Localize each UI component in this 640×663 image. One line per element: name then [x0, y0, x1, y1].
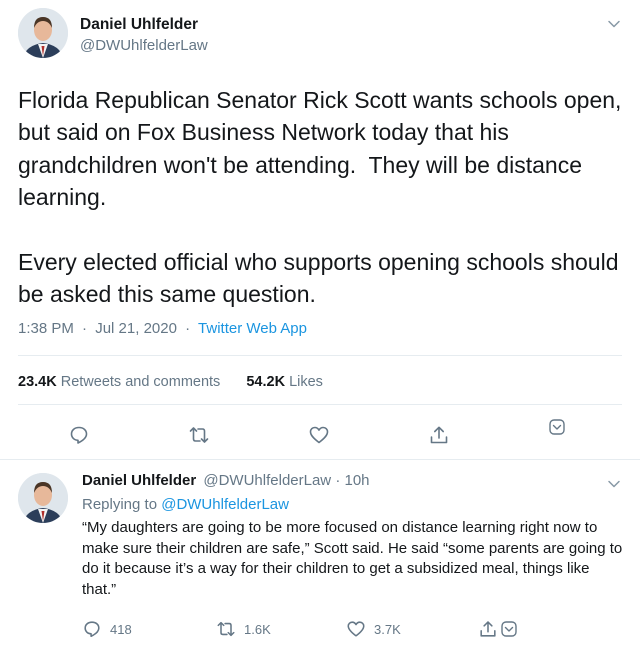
reply-time[interactable]: 10h	[344, 472, 369, 489]
tweet-stats: 23.4K Retweets and comments 54.2K Likes	[18, 374, 323, 390]
retweet-icon	[217, 621, 235, 637]
reply-button[interactable]: 418	[82, 619, 132, 639]
tweet-options-caret[interactable]	[606, 16, 622, 32]
author-name[interactable]: Daniel Uhlfelder	[82, 472, 196, 489]
retweet-button[interactable]	[188, 424, 210, 446]
heart-icon	[309, 426, 329, 444]
reply-tweet[interactable]: Daniel Uhlfelder @DWUhlfelderLaw · 10h R…	[0, 460, 640, 663]
reply-options-caret[interactable]	[606, 476, 622, 492]
likes-stat[interactable]: 54.2K Likes	[246, 374, 323, 390]
comment-icon	[70, 426, 88, 444]
retweets-count: 23.4K	[18, 374, 57, 390]
retweet-icon	[189, 427, 209, 443]
share-icon	[430, 426, 448, 444]
retweet-button[interactable]: 1.6K	[216, 619, 271, 639]
meta-separator: ·	[185, 320, 191, 337]
author-name[interactable]: Daniel Uhlfelder	[80, 16, 198, 34]
retweets-label: Retweets and comments	[60, 374, 221, 390]
reply-count: 418	[110, 621, 132, 637]
avatar-portrait	[18, 473, 68, 523]
chevron-down-icon	[608, 480, 620, 488]
reply-header: Daniel Uhlfelder @DWUhlfelderLaw · 10h	[82, 472, 370, 489]
reply-button[interactable]	[68, 424, 90, 446]
retweet-count: 1.6K	[244, 621, 271, 637]
retweets-stat[interactable]: 23.4K Retweets and comments	[18, 374, 220, 390]
tweet-meta: 1:38 PM · Jul 21, 2020 · Twitter Web App	[18, 320, 307, 337]
avatar[interactable]	[18, 473, 68, 523]
tweet-time[interactable]: 1:38 PM	[18, 320, 74, 337]
share-icon	[480, 621, 496, 637]
replying-to: Replying to @DWUhlfelderLaw	[82, 496, 289, 513]
likes-label: Likes	[289, 374, 323, 390]
author-handle[interactable]: @DWUhlfelderLaw	[80, 37, 208, 54]
likes-count: 54.2K	[246, 374, 286, 390]
author-handle[interactable]: @DWUhlfelderLaw	[203, 472, 331, 489]
divider	[18, 355, 622, 356]
tweet-date[interactable]: Jul 21, 2020	[95, 320, 177, 337]
replying-to-label: Replying to	[82, 496, 158, 513]
chevron-down-icon	[608, 20, 620, 28]
comment-icon	[84, 621, 100, 638]
more-options-button[interactable]	[548, 418, 566, 436]
like-button[interactable]	[308, 424, 330, 446]
divider	[18, 404, 622, 405]
heart-icon	[347, 621, 365, 637]
avatar[interactable]	[18, 8, 68, 58]
more-options-button[interactable]	[500, 620, 518, 638]
chevron-down-icon	[501, 621, 517, 637]
tweet-text: Florida Republican Senator Rick Scott wa…	[18, 87, 622, 308]
header-separator: ·	[335, 472, 341, 489]
share-button[interactable]	[478, 619, 498, 639]
avatar-portrait	[18, 8, 68, 58]
meta-separator: ·	[82, 320, 88, 337]
like-button[interactable]: 3.7K	[346, 619, 401, 639]
like-count: 3.7K	[374, 621, 401, 637]
chevron-down-icon	[549, 419, 565, 435]
tweet-source-link[interactable]: Twitter Web App	[198, 320, 307, 337]
replying-to-handle[interactable]: @DWUhlfelderLaw	[161, 496, 289, 513]
reply-text: “My daughters are going to be more focus…	[82, 519, 623, 598]
share-button[interactable]	[428, 424, 450, 446]
main-tweet: Daniel Uhlfelder @DWUhlfelderLaw Florida…	[0, 0, 640, 460]
